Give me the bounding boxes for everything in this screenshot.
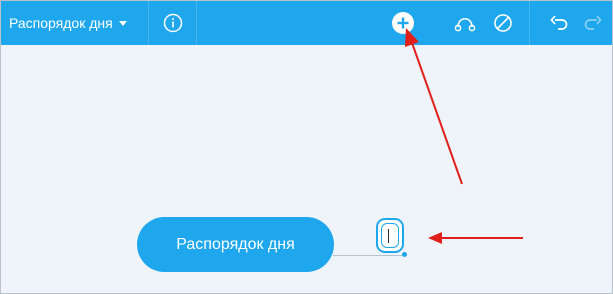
relationship-icon: [454, 17, 476, 32]
no-style-icon: [494, 14, 512, 32]
add-topic-button[interactable]: [391, 11, 415, 35]
node-connector: [333, 255, 405, 256]
child-topic-input[interactable]: [376, 218, 404, 253]
child-topic-edit-box: [381, 223, 399, 248]
relationship-button[interactable]: [453, 11, 477, 35]
undo-button[interactable]: [547, 11, 571, 35]
root-topic-node[interactable]: Распорядок дня: [137, 217, 334, 272]
redo-icon: [584, 15, 602, 30]
root-topic-label: Распорядок дня: [176, 235, 295, 253]
redo-button[interactable]: [581, 11, 605, 35]
text-cursor: [388, 229, 389, 243]
toolbar-divider: [196, 1, 197, 45]
info-button[interactable]: [161, 11, 185, 35]
map-title: Распорядок дня: [9, 15, 113, 31]
toolbar: Распорядок дня: [1, 1, 612, 45]
undo-icon: [550, 15, 568, 30]
map-title-dropdown[interactable]: Распорядок дня: [9, 1, 127, 45]
toolbar-divider: [529, 1, 530, 45]
chevron-down-icon: [118, 20, 127, 26]
node-collapse-handle[interactable]: [402, 252, 407, 257]
app-window: Распорядок дня Распорядок дня: [0, 0, 613, 294]
add-icon: [392, 12, 414, 34]
no-style-button[interactable]: [491, 11, 515, 35]
mind-map-canvas[interactable]: Распорядок дня: [1, 45, 612, 293]
info-icon: [163, 13, 183, 33]
toolbar-divider: [148, 1, 149, 45]
